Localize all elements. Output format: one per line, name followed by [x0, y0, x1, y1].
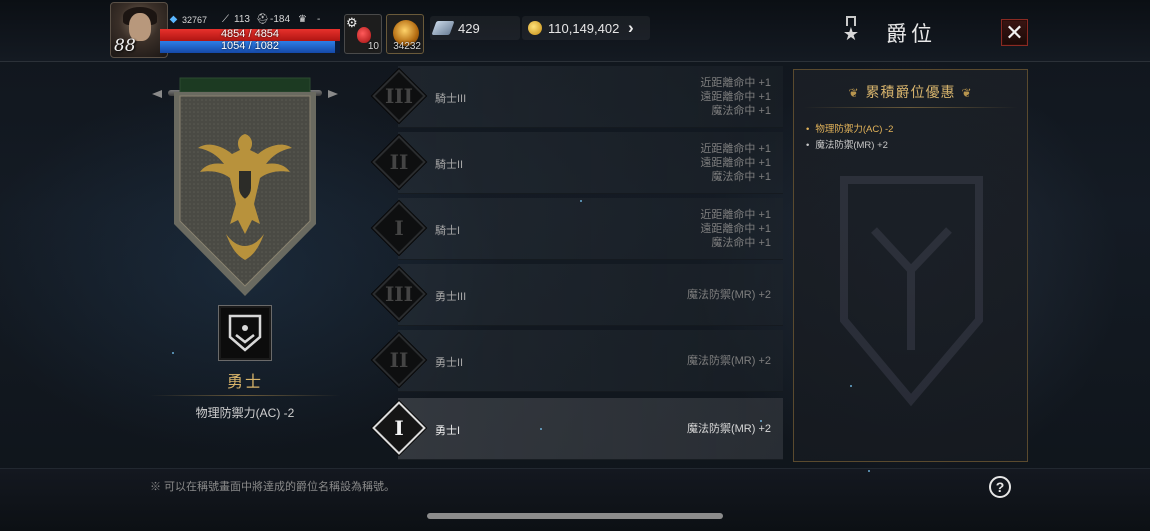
- shield-watermark-icon: [840, 176, 983, 407]
- rank-bonus-list: 魔法防禦(MR) +2: [687, 354, 771, 368]
- coin-icon: [528, 21, 542, 35]
- rank-bonus: 遠距離命中 +1: [700, 223, 771, 235]
- stat-trophy-value: -: [317, 14, 321, 25]
- red-potion-count: 10: [367, 41, 379, 52]
- quickslot-red-potion[interactable]: ⚙ 10: [344, 14, 382, 54]
- close-button[interactable]: ✕: [1001, 19, 1028, 46]
- shield-chevron-icon: [228, 314, 262, 352]
- chevron-right-icon[interactable]: ›: [628, 18, 634, 38]
- rank-numeral: III: [384, 84, 414, 108]
- stat-attack: ⟋ 113: [220, 14, 250, 25]
- rank-divider: [150, 395, 340, 396]
- rank-title: 勇士II: [435, 357, 464, 369]
- laurel-right-icon: ❦: [961, 86, 973, 100]
- gem-icon: [431, 21, 455, 35]
- gem-amount: 429: [458, 20, 480, 36]
- page-title: 爵位: [886, 23, 936, 46]
- cumulative-benefits-panel: ❦ 累積爵位優惠 ❦ 物理防禦力(AC) -2 魔法防禦(MR) +2: [793, 69, 1028, 462]
- medal-star: ★: [842, 24, 860, 44]
- cumulative-divider: [804, 107, 1017, 108]
- rank-title: 騎士II: [435, 159, 464, 171]
- rank-row-knight-2[interactable]: II 騎士II 近距離命中 +1 遠距離命中 +1 魔法命中 +1: [358, 132, 783, 194]
- laurel-left-icon: ❦: [848, 86, 860, 100]
- rank-bonus: 近距離命中 +1: [700, 77, 771, 89]
- gold-amount: 110,149,402: [548, 20, 620, 36]
- sparkle: [868, 470, 870, 472]
- cumulative-item: 魔法防禦(MR) +2: [806, 138, 893, 154]
- rank-list[interactable]: III 騎士III 近距離命中 +1 遠距離命中 +1 魔法命中 +1 II 騎…: [358, 66, 786, 462]
- rank-emblem: [218, 305, 272, 361]
- top-bar: 88 ◆ 32767 ⟋ 113 ⛑ -184 ♛ - 4854 / 4854 …: [0, 0, 1150, 62]
- rank-title: 勇士III: [435, 291, 467, 303]
- stat-crystal-value: 32767: [182, 14, 208, 25]
- stat-attack-value: 113: [234, 14, 250, 25]
- rank-bonus: 近距離命中 +1: [700, 143, 771, 155]
- rank-bonus: 魔法防禦(MR) +2: [686, 423, 771, 435]
- rank-bonus: 遠距離命中 +1: [700, 91, 771, 103]
- stat-helm: ⛑ -184: [256, 14, 290, 25]
- rank-title: 勇士I: [435, 425, 461, 437]
- rank-bonus-list: 魔法防禦(MR) +2: [687, 422, 771, 436]
- trophy-icon: ♛: [298, 14, 307, 25]
- home-indicator[interactable]: [427, 513, 723, 519]
- cumulative-item: 物理防禦力(AC) -2: [806, 122, 893, 138]
- rank-bonus: 魔法防禦(MR) +2: [686, 355, 771, 367]
- rank-title: 騎士III: [435, 93, 467, 105]
- rank-row-knight-1[interactable]: I 騎士I 近距離命中 +1 遠距離命中 +1 魔法命中 +1: [358, 198, 783, 260]
- rank-row-knight-3[interactable]: III 騎士III 近距離命中 +1 遠距離命中 +1 魔法命中 +1: [358, 66, 783, 128]
- rank-numeral: I: [394, 216, 404, 240]
- rank-bonus: 魔法命中 +1: [711, 237, 771, 249]
- rank-bonus: 魔法命中 +1: [711, 171, 771, 183]
- footnote: ※ 可以在稱號畫面中將達成的爵位名稱設為稱號。: [150, 481, 396, 493]
- sparkle: [580, 200, 582, 202]
- hp-text: 4854 / 4854: [220, 28, 280, 40]
- rank-numeral: III: [384, 282, 414, 306]
- gold-potion-count: 34232: [393, 41, 421, 52]
- gem-currency: 429: [430, 16, 520, 40]
- rank-bonus-list: 魔法防禦(MR) +2: [687, 288, 771, 302]
- rank-title: 騎士I: [435, 225, 461, 237]
- help-button[interactable]: ?: [989, 476, 1011, 498]
- rank-bonus-list: 近距離命中 +1 遠距離命中 +1 魔法命中 +1: [700, 208, 771, 250]
- helmet-icon: ⛑: [256, 14, 269, 25]
- stat-helm-value: -184: [270, 14, 291, 25]
- rank-row-warrior-2[interactable]: II 勇士II 魔法防禦(MR) +2: [358, 330, 783, 392]
- sparkle: [850, 385, 852, 387]
- stat-trophy: ♛ -: [297, 14, 320, 25]
- rank-bonus-list: 近距離命中 +1 遠距離命中 +1 魔法命中 +1: [700, 76, 771, 118]
- stat-crystal: ◆ 32767: [168, 14, 207, 25]
- medal-icon: ★: [842, 16, 860, 44]
- rank-numeral: II: [389, 348, 409, 372]
- sparkle: [540, 428, 542, 430]
- rank-bonus-list: 近距離命中 +1 遠距離命中 +1 魔法命中 +1: [700, 142, 771, 184]
- sparkle: [760, 420, 762, 422]
- quickslot-gold-potion[interactable]: 34232: [386, 14, 424, 54]
- rank-numeral: I: [394, 416, 404, 440]
- rank-row-warrior-1[interactable]: I 勇士I 魔法防禦(MR) +2: [358, 398, 783, 460]
- rank-banner: [174, 77, 316, 296]
- player-level: 88: [114, 36, 136, 56]
- crystal-icon: ◆: [169, 14, 178, 25]
- rank-bonus: 遠距離命中 +1: [700, 157, 771, 169]
- rank-bonus: 近距離命中 +1: [700, 209, 771, 221]
- cumulative-title: 累積爵位優惠: [865, 84, 956, 100]
- rank-bonus: 魔法防禦(MR) +2: [686, 289, 771, 301]
- gear-icon[interactable]: ⚙: [346, 15, 358, 31]
- rank-row-warrior-3[interactable]: III 勇士III 魔法防禦(MR) +2: [358, 264, 783, 326]
- rank-bonus: 魔法命中 +1: [711, 105, 771, 117]
- mp-text: 1054 / 1082: [220, 40, 280, 52]
- cumulative-header: ❦ 累積爵位優惠 ❦: [794, 82, 1027, 102]
- cumulative-list: 物理防禦力(AC) -2 魔法防禦(MR) +2: [806, 122, 893, 154]
- mp-bar: 1054 / 1082: [160, 40, 340, 53]
- rank-numeral: II: [389, 150, 409, 174]
- sword-icon: ⟋: [222, 14, 229, 25]
- sparkle: [172, 352, 174, 354]
